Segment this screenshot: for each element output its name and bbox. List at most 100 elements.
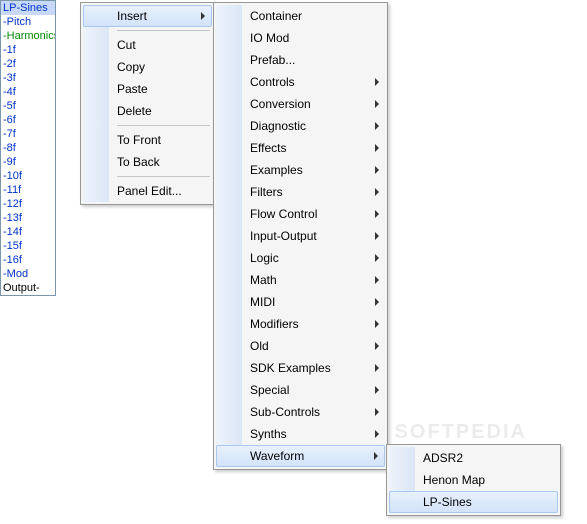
menu-item-label: Modifiers xyxy=(250,317,299,331)
sidebar-item[interactable]: -9f xyxy=(1,155,55,169)
sidebar-item[interactable]: LP-Sines xyxy=(1,1,55,15)
module-list[interactable]: LP-Sines-Pitch-Harmonics-1f-2f-3f-4f-5f-… xyxy=(0,0,56,296)
menu-item[interactable]: Logic xyxy=(216,247,385,269)
menu-separator xyxy=(117,30,210,31)
menu-item-label: Prefab... xyxy=(250,53,295,67)
sidebar-item[interactable]: -4f xyxy=(1,85,55,99)
sidebar-item[interactable]: -11f xyxy=(1,183,55,197)
menu-item-label: Delete xyxy=(117,104,152,118)
menu-item-label: Old xyxy=(250,339,269,353)
sidebar-item[interactable]: -Mod xyxy=(1,267,55,281)
submenu-arrow-icon xyxy=(374,452,378,460)
menu-item[interactable]: Filters xyxy=(216,181,385,203)
menu-item[interactable]: Special xyxy=(216,379,385,401)
submenu-arrow-icon xyxy=(375,188,379,196)
menu-item-label: Paste xyxy=(117,82,148,96)
menu-item-label: Examples xyxy=(250,163,303,177)
menu-item-label: Henon Map xyxy=(423,473,485,487)
menu-item[interactable]: Effects xyxy=(216,137,385,159)
menu-item[interactable]: Synths xyxy=(216,423,385,445)
menu-item[interactable]: Insert xyxy=(83,5,212,27)
menu-item[interactable]: Waveform xyxy=(216,445,385,467)
submenu-arrow-icon xyxy=(375,342,379,350)
menu-item-label: ADSR2 xyxy=(423,451,463,465)
menu-item-label: Container xyxy=(250,9,302,23)
menu-item[interactable]: SDK Examples xyxy=(216,357,385,379)
menu-item-label: LP-Sines xyxy=(423,495,472,509)
submenu-arrow-icon xyxy=(375,210,379,218)
menu-item[interactable]: Modifiers xyxy=(216,313,385,335)
menu-item-label: Synths xyxy=(250,427,287,441)
menu-item[interactable]: ADSR2 xyxy=(389,447,558,469)
menu-item[interactable]: Math xyxy=(216,269,385,291)
sidebar-item[interactable]: -7f xyxy=(1,127,55,141)
menu-item-label: SDK Examples xyxy=(250,361,331,375)
sidebar-item[interactable]: -12f xyxy=(1,197,55,211)
menu-item[interactable]: MIDI xyxy=(216,291,385,313)
submenu-arrow-icon xyxy=(375,276,379,284)
submenu-arrow-icon xyxy=(375,320,379,328)
sidebar-item[interactable]: -1f xyxy=(1,43,55,57)
sidebar-item[interactable]: -14f xyxy=(1,225,55,239)
menu-item-label: Effects xyxy=(250,141,286,155)
menu-item-label: Conversion xyxy=(250,97,311,111)
menu-item-label: To Back xyxy=(117,155,160,169)
menu-item[interactable]: Copy xyxy=(83,56,212,78)
menu-item[interactable]: Diagnostic xyxy=(216,115,385,137)
menu-item[interactable]: Paste xyxy=(83,78,212,100)
menu-item[interactable]: To Back xyxy=(83,151,212,173)
sidebar-item[interactable]: -8f xyxy=(1,141,55,155)
menu-item[interactable]: Old xyxy=(216,335,385,357)
sidebar-item[interactable]: -10f xyxy=(1,169,55,183)
menu-item[interactable]: Input-Output xyxy=(216,225,385,247)
submenu-arrow-icon xyxy=(375,166,379,174)
menu-item-label: Filters xyxy=(250,185,283,199)
sidebar-item[interactable]: -15f xyxy=(1,239,55,253)
menu-item-label: Panel Edit... xyxy=(117,184,182,198)
menu-item-label: Copy xyxy=(117,60,145,74)
submenu-arrow-icon xyxy=(375,408,379,416)
menu-item[interactable]: Examples xyxy=(216,159,385,181)
insert-submenu[interactable]: Container IO Mod Prefab... Controls Conversi… xyxy=(213,2,388,470)
submenu-arrow-icon xyxy=(375,78,379,86)
sidebar-item[interactable]: -5f xyxy=(1,99,55,113)
sidebar-item[interactable]: -6f xyxy=(1,113,55,127)
menu-item-label: To Front xyxy=(117,133,161,147)
waveform-submenu[interactable]: ADSR2 Henon Map LP-Sines xyxy=(386,444,561,516)
menu-item-label: Sub-Controls xyxy=(250,405,320,419)
menu-item[interactable]: Flow Control xyxy=(216,203,385,225)
sidebar-item[interactable]: -16f xyxy=(1,253,55,267)
menu-item[interactable]: Delete xyxy=(83,100,212,122)
sidebar-item[interactable]: -2f xyxy=(1,57,55,71)
menu-item-label: Cut xyxy=(117,38,136,52)
sidebar-item[interactable]: -13f xyxy=(1,211,55,225)
menu-item[interactable]: Container xyxy=(216,5,385,27)
sidebar-item[interactable]: -Harmonics xyxy=(1,29,55,43)
submenu-arrow-icon xyxy=(375,298,379,306)
submenu-arrow-icon xyxy=(375,100,379,108)
submenu-arrow-icon xyxy=(375,254,379,262)
submenu-arrow-icon xyxy=(375,430,379,438)
sidebar-item[interactable]: -Pitch xyxy=(1,15,55,29)
menu-separator xyxy=(117,125,210,126)
submenu-arrow-icon xyxy=(375,144,379,152)
menu-item[interactable]: LP-Sines xyxy=(389,491,558,513)
menu-item[interactable]: Conversion xyxy=(216,93,385,115)
menu-item[interactable]: Prefab... xyxy=(216,49,385,71)
menu-item[interactable]: IO Mod xyxy=(216,27,385,49)
context-menu[interactable]: Insert Cut Copy Paste Delete To Front To Back P… xyxy=(80,2,215,205)
submenu-arrow-icon xyxy=(375,364,379,372)
menu-item-label: Diagnostic xyxy=(250,119,306,133)
sidebar-item[interactable]: -3f xyxy=(1,71,55,85)
menu-separator xyxy=(117,176,210,177)
menu-item[interactable]: Panel Edit... xyxy=(83,180,212,202)
menu-item-label: Math xyxy=(250,273,277,287)
menu-item[interactable]: To Front xyxy=(83,129,212,151)
menu-item[interactable]: Controls xyxy=(216,71,385,93)
menu-item[interactable]: Sub-Controls xyxy=(216,401,385,423)
menu-item-label: Input-Output xyxy=(250,229,317,243)
menu-item[interactable]: Henon Map xyxy=(389,469,558,491)
menu-item[interactable]: Cut xyxy=(83,34,212,56)
sidebar-item[interactable]: Output- xyxy=(1,281,55,295)
menu-item-label: Controls xyxy=(250,75,295,89)
